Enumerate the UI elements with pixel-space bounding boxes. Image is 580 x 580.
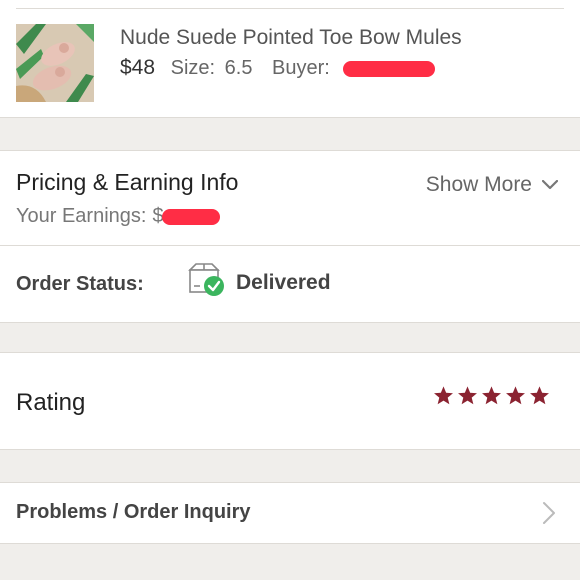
rating-stars <box>433 385 550 406</box>
divider <box>0 245 580 246</box>
order-detail-page: Nude Suede Pointed Toe Bow Mules $48 Siz… <box>0 0 580 580</box>
chevron-right-icon <box>543 502 555 524</box>
problems-order-inquiry-label: Problems / Order Inquiry <box>16 501 251 523</box>
pricing-section: Pricing & Earning Info Show More Your Ea… <box>0 150 580 246</box>
star-icon <box>434 386 453 405</box>
star-icon <box>482 386 501 405</box>
earnings-redaction <box>161 208 220 225</box>
listing-meta: $48 Size: 6.5 Buyer: <box>120 56 436 80</box>
delivered-box-check-icon <box>188 263 224 296</box>
show-more-label: Show More <box>425 173 532 196</box>
listing-thumbnail[interactable] <box>16 24 94 102</box>
chevron-down-icon <box>542 180 558 190</box>
buyer-redaction <box>343 60 436 77</box>
listing-title[interactable]: Nude Suede Pointed Toe Bow Mules <box>120 26 462 50</box>
show-more-button[interactable]: Show More <box>426 173 558 197</box>
rating-title: Rating <box>16 389 86 416</box>
size-value: 6.5 <box>224 57 253 79</box>
star-icon <box>530 386 549 405</box>
buyer-label: Buyer: <box>272 57 330 79</box>
earnings-row: Your Earnings: $ <box>16 205 220 228</box>
order-status-label: Order Status: <box>16 273 144 295</box>
pricing-title: Pricing & Earning Info <box>16 169 239 195</box>
size-label: Size: <box>170 57 216 79</box>
star-icon <box>458 386 477 405</box>
divider <box>16 8 564 9</box>
order-status-value: Delivered <box>236 271 331 294</box>
star-icon <box>506 386 525 405</box>
listing-card[interactable]: Nude Suede Pointed Toe Bow Mules $48 Siz… <box>0 0 580 118</box>
listing-price: $48 <box>120 56 156 79</box>
earnings-label: Your Earnings: <box>16 205 147 227</box>
problems-order-inquiry-row[interactable]: Problems / Order Inquiry <box>0 482 580 544</box>
rating-section: Rating <box>0 352 580 450</box>
order-status-section: Order Status: Delivered <box>0 245 580 323</box>
